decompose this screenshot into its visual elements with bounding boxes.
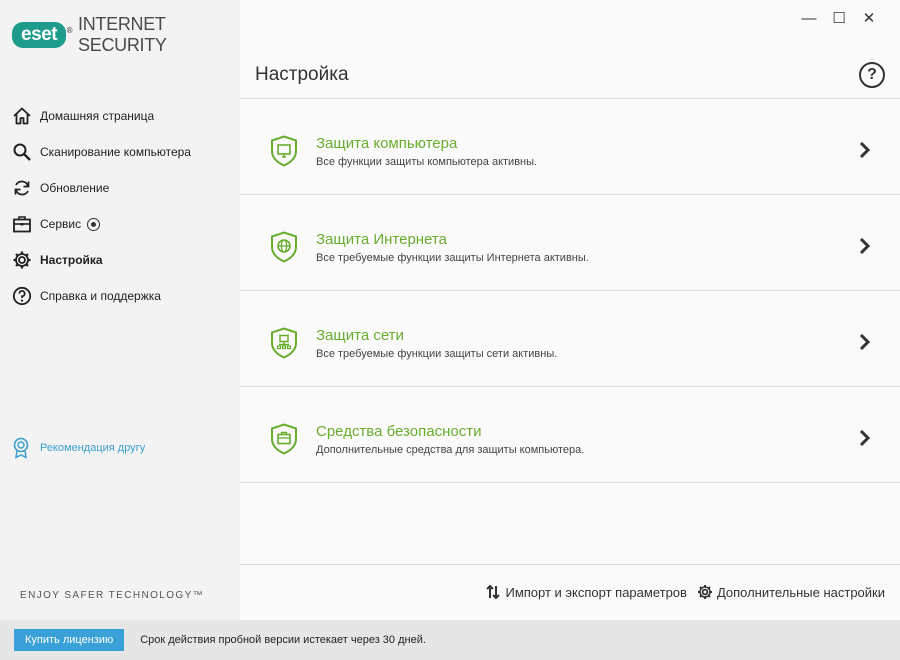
card-title: Средства безопасности [316,423,482,440]
import-export-icon [485,584,501,600]
logo-registered-mark: ® [66,26,73,35]
import-export-link[interactable]: Импорт и экспорт параметров [485,584,687,600]
award-icon [11,436,33,460]
sidebar-item-label: Справка и поддержка [40,289,161,303]
maximize-button[interactable]: ☐ [824,8,854,28]
shield-network-icon [270,327,298,359]
sidebar-item-help[interactable]: Справка и поддержка [0,278,240,314]
shield-globe-icon [270,231,298,263]
sidebar-item-label: Настройка [40,253,103,267]
search-icon [11,141,33,163]
chevron-right-icon [858,237,872,255]
sidebar-item-label: Сервис [40,217,82,231]
setup-card-security-tools[interactable]: Средства безопасности Дополнительные сре… [240,387,900,482]
tagline: ENJOY SAFER TECHNOLOGY™ [20,590,205,601]
setup-card-network-protection[interactable]: Защита сети Все требуемые функции защиты… [240,291,900,386]
refresh-icon [11,177,33,199]
sidebar-item-label: Обновление [40,181,110,195]
help-question-mark: ? [867,66,877,83]
sidebar-item-tools[interactable]: Сервис [0,206,240,242]
chevron-right-icon [858,141,872,159]
card-description: Дополнительные средства для защиты компь… [316,444,585,456]
eset-logo: eset ® [12,22,73,48]
toolbox-icon [11,213,33,235]
card-description: Все требуемые функции защиты сети активн… [316,348,558,360]
setup-card-internet-protection[interactable]: Защита Интернета Все требуемые функции з… [240,195,900,290]
home-icon [11,105,33,127]
page-title: Настройка [255,64,349,85]
card-description: Все требуемые функции защиты Интернета а… [316,252,589,264]
footer-divider [240,564,900,565]
buy-license-button[interactable]: Купить лицензию [14,629,125,651]
footer-links: Импорт и экспорт параметров Дополнительн… [485,584,885,600]
help-icon [11,285,33,307]
close-button[interactable]: ✕ [854,8,884,28]
sidebar-nav: Домашняя страница Сканирование компьютер… [0,98,240,314]
brand-logo: eset ® INTERNET SECURITY [12,14,240,56]
setup-card-computer-protection[interactable]: Защита компьютера Все функции защиты ком… [240,99,900,194]
card-title: Защита компьютера [316,135,458,152]
trial-expiry-text: Срок действия пробной версии истекает че… [140,634,426,646]
divider [240,482,900,483]
gear-icon [697,584,713,600]
chevron-right-icon [858,333,872,351]
main-panel: — ☐ ✕ Настройка ? Защита компьютера Все … [240,0,900,620]
sidebar-item-update[interactable]: Обновление [0,170,240,206]
notification-dot-icon [87,217,101,231]
shield-briefcase-icon [270,423,298,455]
window-controls: — ☐ ✕ [794,8,884,28]
chevron-right-icon [858,429,872,447]
advanced-setup-link[interactable]: Дополнительные настройки [697,584,885,600]
import-export-label: Импорт и экспорт параметров [505,584,687,600]
sidebar-item-label: Сканирование компьютера [40,145,191,159]
sidebar-item-scan[interactable]: Сканирование компьютера [0,134,240,170]
sidebar-item-label: Домашняя страница [40,109,155,123]
refer-friend-link[interactable]: Рекомендация другу [11,436,145,460]
sidebar-item-home[interactable]: Домашняя страница [0,98,240,134]
sidebar: eset ® INTERNET SECURITY Домашняя страни… [0,0,240,620]
sidebar-item-setup[interactable]: Настройка [0,242,240,278]
card-title: Защита сети [316,327,404,344]
card-description: Все функции защиты компьютера активны. [316,156,538,168]
minimize-button[interactable]: — [794,8,824,28]
gear-icon [11,249,33,271]
shield-monitor-icon [270,135,298,167]
status-bar: Купить лицензию Срок действия пробной ве… [0,620,900,660]
refer-friend-label: Рекомендация другу [40,442,146,454]
product-name: INTERNET SECURITY [78,14,167,55]
card-title: Защита Интернета [316,231,447,248]
advanced-setup-label: Дополнительные настройки [716,584,885,600]
logo-text: eset [21,24,58,45]
help-button[interactable]: ? [859,62,885,88]
